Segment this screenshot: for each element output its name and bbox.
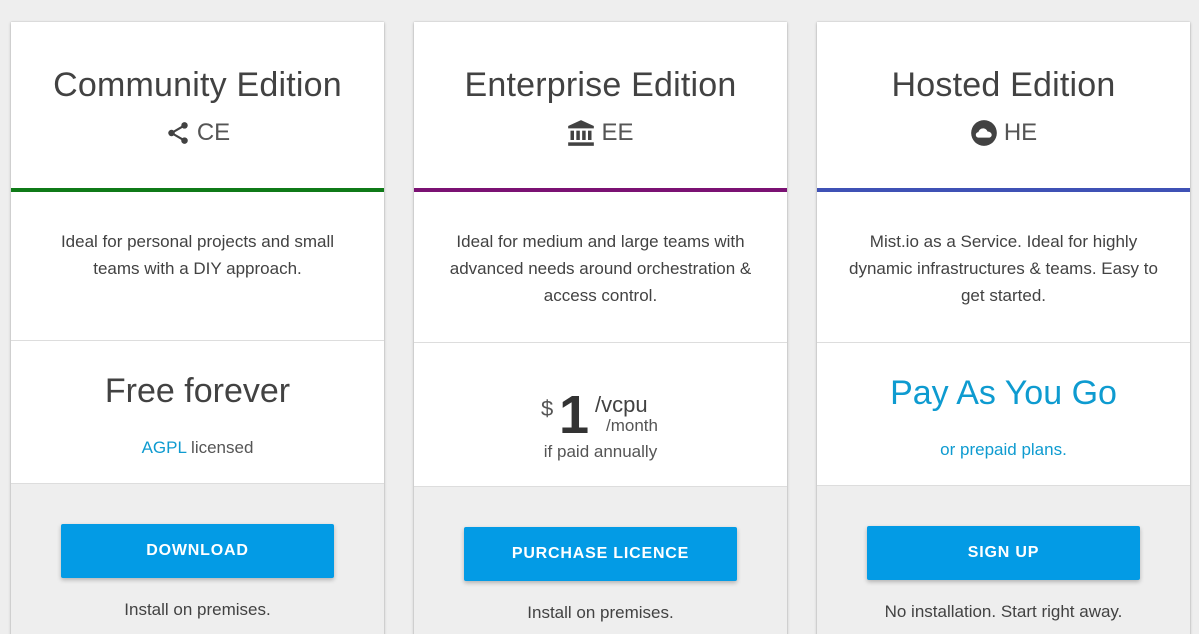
card-header: Hosted Edition HE	[817, 22, 1190, 192]
edition-badge: CE	[11, 118, 384, 148]
divider	[817, 342, 1190, 343]
card-footer-text: Install on premises.	[527, 603, 674, 622]
purchase-licence-button[interactable]: PURCHASE LICENCE	[464, 527, 737, 581]
pricing-page: Community Edition CE Ideal for personal …	[0, 0, 1199, 634]
price-section: Pay As You Go	[817, 374, 1190, 413]
download-button[interactable]: DOWNLOAD	[61, 524, 334, 578]
edition-badge: HE	[817, 118, 1190, 148]
card-title: Community Edition	[53, 66, 342, 104]
enterprise-edition-card: Enterprise Edition EE Ideal for medium a…	[414, 22, 787, 634]
community-edition-card: Community Edition CE Ideal for personal …	[11, 22, 384, 634]
card-description: Ideal for personal projects and small te…	[60, 232, 335, 278]
bank-icon	[567, 119, 595, 147]
hosted-edition-card: Hosted Edition HE Mist.io as a Service. …	[817, 22, 1190, 634]
card-description: Mist.io as a Service. Ideal for highly d…	[849, 232, 1158, 305]
card-title: Hosted Edition	[891, 66, 1116, 104]
edition-abbr: CE	[196, 119, 231, 146]
agpl-link[interactable]: AGPL	[142, 438, 187, 457]
card-footer-text: Install on premises.	[124, 600, 271, 619]
cloud-icon	[970, 119, 998, 147]
price-label: Pay As You Go	[890, 374, 1117, 412]
divider	[11, 483, 384, 484]
share-icon	[165, 120, 191, 146]
divider	[414, 486, 787, 487]
card-title: Enterprise Edition	[464, 66, 737, 104]
price-amount: 1	[559, 385, 590, 445]
divider	[414, 342, 787, 343]
accent-bar	[414, 188, 787, 192]
sign-up-button[interactable]: SIGN UP	[867, 526, 1140, 580]
license-text: licensed	[186, 438, 254, 457]
edition-badge: EE	[414, 118, 787, 148]
card-footer-text: No installation. Start right away.	[884, 602, 1123, 621]
currency-symbol: $	[541, 396, 554, 421]
card-description: Ideal for medium and large teams with ad…	[449, 232, 752, 305]
price-period: /month	[606, 416, 658, 435]
card-header: Enterprise Edition EE	[414, 22, 787, 192]
divider	[11, 340, 384, 341]
edition-abbr: EE	[601, 119, 634, 146]
price-note: if paid annually	[543, 442, 658, 461]
edition-abbr: HE	[1003, 119, 1038, 146]
prepaid-plans-link[interactable]: or prepaid plans.	[817, 440, 1190, 460]
price-unit: /vcpu	[595, 392, 648, 417]
price-section: Free forever	[11, 372, 384, 411]
card-header: Community Edition CE	[11, 22, 384, 192]
accent-bar	[11, 188, 384, 192]
accent-bar	[817, 188, 1190, 192]
divider	[817, 485, 1190, 486]
price-label: Free forever	[104, 372, 291, 410]
license-note: AGPL licensed	[11, 438, 384, 458]
